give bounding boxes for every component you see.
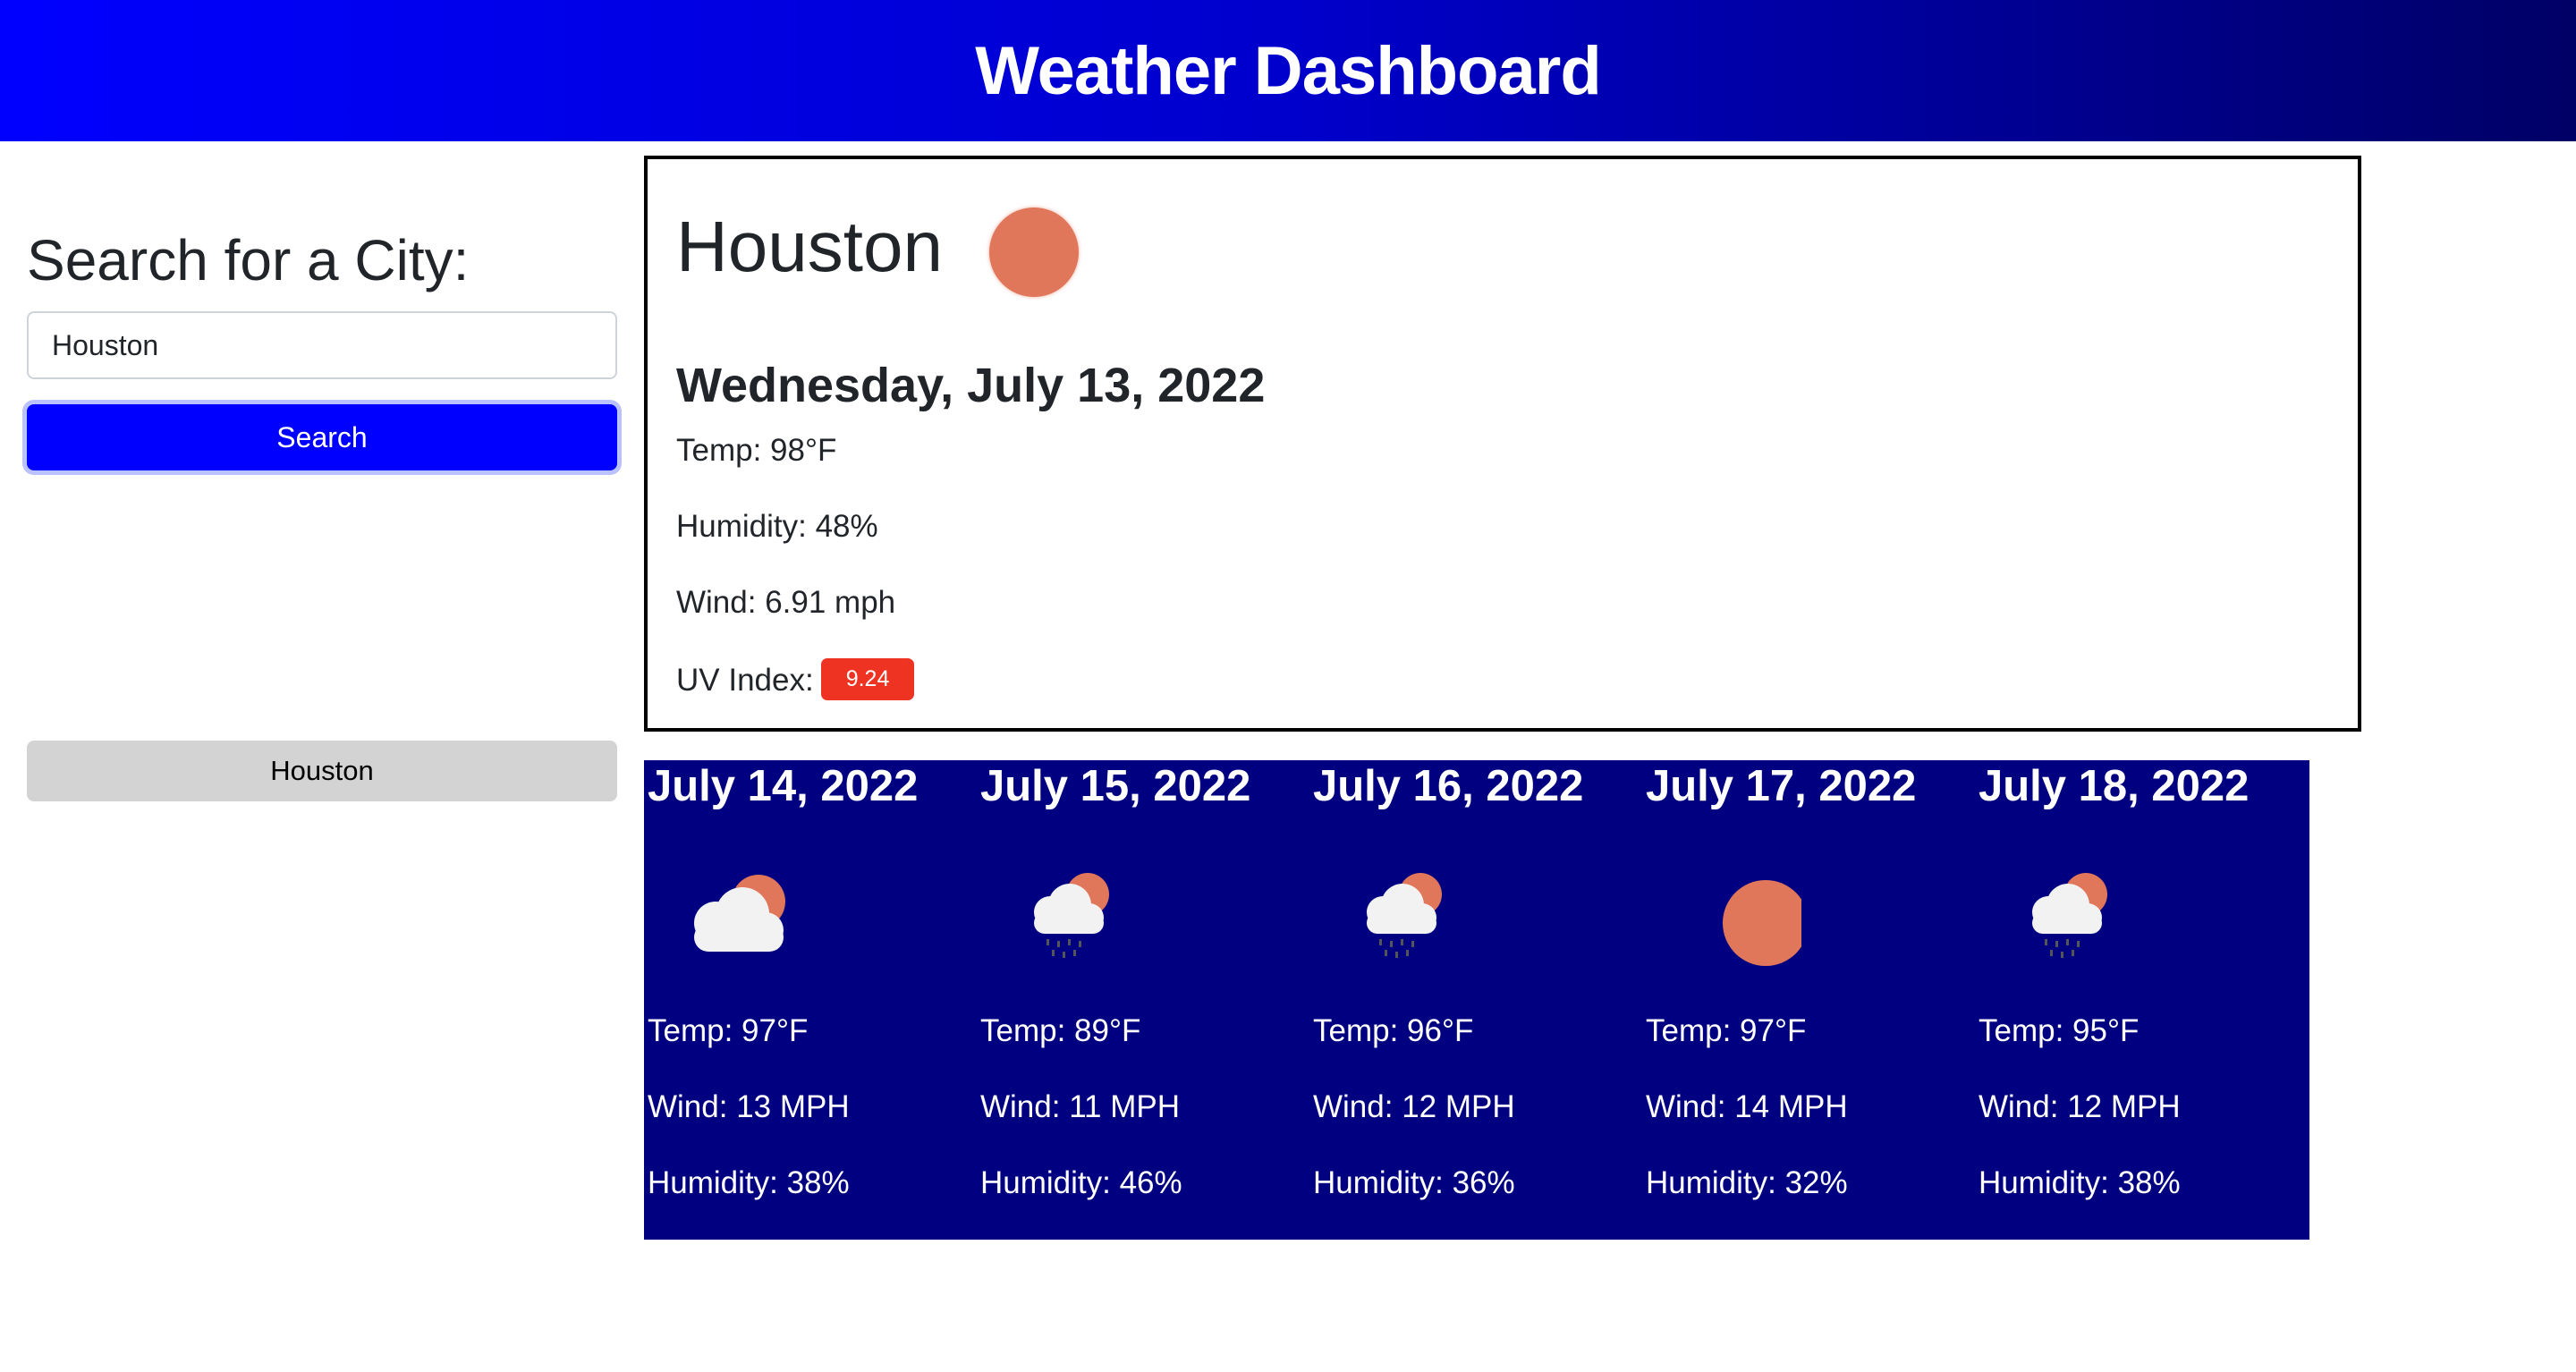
forecast-temp: Temp: 97°F — [648, 1013, 809, 1048]
forecast-date: July 15, 2022 — [980, 762, 1251, 810]
page-title: Weather Dashboard — [975, 32, 1602, 109]
forecast-wind: Wind: 13 MPH — [648, 1089, 850, 1124]
rain-sun-icon — [1034, 873, 1109, 958]
current-weather-card: Houston Wednesday, July 13, 2022 Temp: 9… — [644, 156, 2361, 732]
search-heading: Search for a City: — [27, 228, 470, 292]
forecast-card: July 17, 2022 Temp: 97°F Wind: 14 MPH Hu… — [1642, 760, 1975, 1240]
uv-label: UV Index: — [676, 662, 814, 698]
sun-icon — [989, 207, 1079, 297]
history-city-button[interactable]: Houston — [27, 741, 617, 801]
city-search-input[interactable] — [27, 311, 617, 379]
forecast-humidity: Humidity: 46% — [980, 1165, 1182, 1200]
forecast-humidity: Humidity: 32% — [1646, 1165, 1848, 1200]
current-temp: Temp: 98°F — [676, 433, 837, 468]
forecast-wind: Wind: 12 MPH — [1979, 1089, 2181, 1124]
five-day-forecast: July 14, 2022 Temp: 97°F Wind: 13 MPH Hu… — [644, 760, 2309, 1240]
current-humidity: Humidity: 48% — [676, 509, 878, 544]
current-date: Wednesday, July 13, 2022 — [676, 359, 1266, 412]
uv-index-badge: 9.24 — [820, 658, 915, 700]
forecast-date: July 17, 2022 — [1646, 762, 1917, 810]
current-city-name: Houston — [676, 207, 943, 286]
forecast-wind: Wind: 12 MPH — [1313, 1089, 1515, 1124]
forecast-wind: Wind: 14 MPH — [1646, 1089, 1848, 1124]
search-button[interactable]: Search — [27, 404, 617, 470]
forecast-card: July 15, 2022 Temp: 89°F Wind: 11 MPH Hu… — [977, 760, 1309, 1240]
forecast-temp: Temp: 96°F — [1313, 1013, 1474, 1048]
forecast-date: July 16, 2022 — [1313, 762, 1584, 810]
forecast-date: July 18, 2022 — [1979, 762, 2250, 810]
rain-sun-icon — [2032, 873, 2107, 958]
rain-sun-icon — [1367, 873, 1442, 958]
forecast-temp: Temp: 97°F — [1646, 1013, 1807, 1048]
forecast-temp: Temp: 89°F — [980, 1013, 1141, 1048]
forecast-humidity: Humidity: 36% — [1313, 1165, 1515, 1200]
sun-icon — [1723, 880, 1801, 966]
forecast-humidity: Humidity: 38% — [648, 1165, 850, 1200]
forecast-temp: Temp: 95°F — [1979, 1013, 2140, 1048]
forecast-date: July 14, 2022 — [648, 762, 919, 810]
cloud-sun-icon — [694, 875, 785, 952]
forecast-card: July 16, 2022 Temp: 96°F Wind: 12 MPH Hu… — [1309, 760, 1642, 1240]
forecast-humidity: Humidity: 38% — [1979, 1165, 2181, 1200]
dashboard-header: Weather Dashboard — [0, 0, 2576, 141]
current-uv-row: UV Index: 9.24 — [676, 658, 915, 703]
current-wind: Wind: 6.91 mph — [676, 585, 896, 620]
forecast-card: July 18, 2022 Temp: 95°F Wind: 12 MPH Hu… — [1975, 760, 2308, 1240]
forecast-card: July 14, 2022 Temp: 97°F Wind: 13 MPH Hu… — [644, 760, 977, 1240]
forecast-wind: Wind: 11 MPH — [980, 1089, 1181, 1124]
